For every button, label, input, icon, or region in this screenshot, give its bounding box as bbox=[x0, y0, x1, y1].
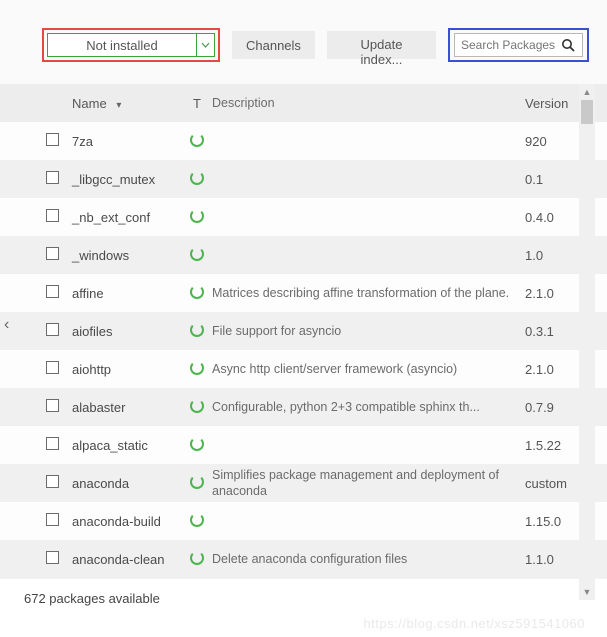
row-checkbox[interactable] bbox=[46, 323, 59, 336]
package-name: alabaster bbox=[72, 400, 125, 415]
table-header: Name ▾ T Description Version bbox=[0, 84, 607, 122]
column-name[interactable]: Name ▾ bbox=[72, 96, 182, 111]
status-text: 672 packages available bbox=[24, 591, 160, 606]
package-list: 7za920_libgcc_mutex0.1_nb_ext_conf0.4.0_… bbox=[0, 122, 607, 578]
package-name: anaconda-clean bbox=[72, 552, 165, 567]
package-name: _nb_ext_conf bbox=[72, 210, 150, 225]
channels-button[interactable]: Channels bbox=[232, 31, 315, 59]
loading-icon bbox=[190, 513, 204, 527]
table-row[interactable]: anaconda Simplifies package management an… bbox=[0, 464, 607, 502]
loading-icon bbox=[190, 361, 204, 375]
loading-icon bbox=[190, 437, 204, 451]
table-row[interactable]: anaconda-clean Delete anaconda configurat… bbox=[0, 540, 607, 578]
row-checkbox[interactable] bbox=[46, 399, 59, 412]
vertical-scrollbar[interactable]: ▲ ▼ bbox=[579, 84, 595, 600]
package-description: File support for asyncio bbox=[212, 323, 525, 339]
package-name: affine bbox=[72, 286, 104, 301]
package-name: alpaca_static bbox=[72, 438, 148, 453]
search-input-container[interactable] bbox=[454, 33, 583, 57]
package-description: Matrices describing affine transformatio… bbox=[212, 285, 525, 301]
toolbar: Not installed Channels Update index... bbox=[0, 0, 607, 84]
column-type[interactable]: T bbox=[182, 96, 212, 111]
loading-icon bbox=[190, 475, 204, 489]
table-row[interactable]: _nb_ext_conf0.4.0 bbox=[0, 198, 607, 236]
loading-icon bbox=[190, 551, 204, 565]
row-checkbox[interactable] bbox=[46, 551, 59, 564]
package-name: aiohttp bbox=[72, 362, 111, 377]
table-row[interactable]: alabaster Configurable, python 2+3 compat… bbox=[0, 388, 607, 426]
loading-icon bbox=[190, 171, 204, 185]
loading-icon bbox=[190, 323, 204, 337]
scroll-down-icon[interactable]: ▼ bbox=[579, 584, 595, 600]
search-highlight bbox=[448, 28, 589, 62]
update-index-button[interactable]: Update index... bbox=[327, 31, 436, 59]
package-description: Configurable, python 2+3 compatible sphi… bbox=[212, 399, 525, 415]
row-checkbox[interactable] bbox=[46, 285, 59, 298]
filter-dropdown[interactable]: Not installed bbox=[47, 33, 215, 57]
row-checkbox[interactable] bbox=[46, 437, 59, 450]
scroll-up-icon[interactable]: ▲ bbox=[579, 84, 595, 100]
loading-icon bbox=[190, 399, 204, 413]
row-checkbox[interactable] bbox=[46, 133, 59, 146]
filter-highlight: Not installed bbox=[42, 28, 220, 62]
chevron-down-icon[interactable] bbox=[196, 34, 214, 56]
package-name: anaconda bbox=[72, 476, 129, 491]
row-checkbox[interactable] bbox=[46, 247, 59, 260]
column-description[interactable]: Description bbox=[212, 95, 525, 111]
package-name: aiofiles bbox=[72, 324, 112, 339]
package-name: _libgcc_mutex bbox=[72, 172, 155, 187]
package-name: _windows bbox=[72, 248, 129, 263]
loading-icon bbox=[190, 285, 204, 299]
status-bar: 672 packages available bbox=[0, 578, 607, 618]
package-description: Delete anaconda configuration files bbox=[212, 551, 525, 567]
watermark: https://blog.csdn.net/xsz591541060 bbox=[363, 616, 585, 631]
package-description: Async http client/server framework (asyn… bbox=[212, 361, 525, 377]
row-checkbox[interactable] bbox=[46, 513, 59, 526]
package-description: Simplifies package management and deploy… bbox=[212, 467, 525, 500]
row-checkbox[interactable] bbox=[46, 475, 59, 488]
sort-indicator-icon: ▾ bbox=[116, 100, 121, 111]
package-name: anaconda-build bbox=[72, 514, 161, 529]
search-input[interactable] bbox=[461, 38, 561, 52]
package-name: 7za bbox=[72, 134, 93, 149]
table-row[interactable]: affine Matrices describing affine transfo… bbox=[0, 274, 607, 312]
table-row[interactable]: _windows1.0 bbox=[0, 236, 607, 274]
loading-icon bbox=[190, 209, 204, 223]
table-row[interactable]: _libgcc_mutex0.1 bbox=[0, 160, 607, 198]
loading-icon bbox=[190, 247, 204, 261]
table-row[interactable]: anaconda-build1.15.0 bbox=[0, 502, 607, 540]
table-row[interactable]: aiohttp Async http client/server framewor… bbox=[0, 350, 607, 388]
row-checkbox[interactable] bbox=[46, 171, 59, 184]
loading-icon bbox=[190, 133, 204, 147]
search-icon bbox=[561, 38, 576, 53]
table-row[interactable]: alpaca_static1.5.22 bbox=[0, 426, 607, 464]
table-row[interactable]: 7za920 bbox=[0, 122, 607, 160]
filter-label: Not installed bbox=[48, 38, 196, 53]
row-checkbox[interactable] bbox=[46, 209, 59, 222]
row-checkbox[interactable] bbox=[46, 361, 59, 374]
table-row[interactable]: aiofilesFile support for asyncio0.3.1 bbox=[0, 312, 607, 350]
scroll-thumb[interactable] bbox=[581, 100, 593, 124]
collapse-handle-icon[interactable]: ‹ bbox=[4, 316, 18, 334]
